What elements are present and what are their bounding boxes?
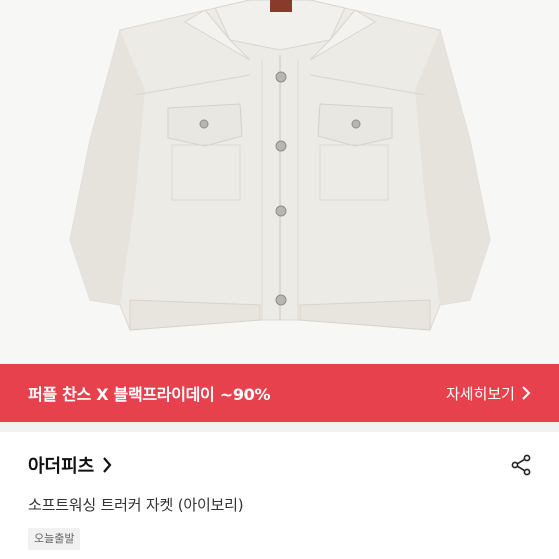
shop-name: 아더피츠 bbox=[28, 456, 95, 477]
chevron-right-icon bbox=[521, 385, 531, 401]
promo-text: 퍼플 찬스 X 블랙프라이데이 ~90% bbox=[28, 385, 271, 404]
shop-row: 아더피츠 bbox=[28, 450, 533, 480]
chevron-right-icon bbox=[102, 456, 112, 474]
share-icon[interactable] bbox=[509, 453, 533, 477]
promo-details-label: 자세히보기 bbox=[445, 384, 515, 403]
promo-banner[interactable]: 퍼플 찬스 X 블랙프라이데이 ~90% 자세히보기 bbox=[0, 364, 559, 422]
product-image[interactable] bbox=[0, 0, 559, 364]
promo-details-link[interactable]: 자세히보기 bbox=[446, 383, 531, 404]
product-title: 소프트워싱 트러커 자켓 (아이보리) bbox=[28, 496, 244, 514]
shipping-badge: 오늘출발 bbox=[28, 528, 81, 550]
jacket-illustration bbox=[69, 0, 491, 331]
section-divider bbox=[0, 422, 559, 432]
shop-link[interactable]: 아더피츠 bbox=[28, 452, 112, 478]
